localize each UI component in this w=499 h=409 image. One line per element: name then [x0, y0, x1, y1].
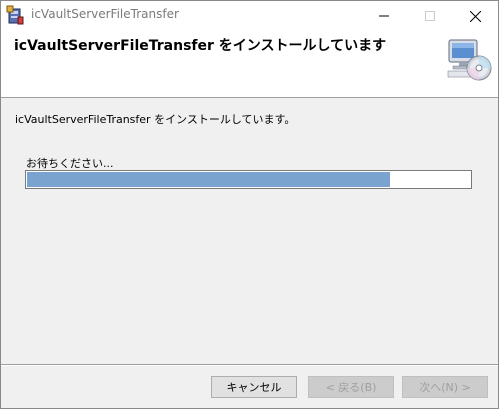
minimize-button[interactable] — [361, 1, 407, 31]
minimize-icon — [379, 15, 389, 17]
header-banner: icVaultServerFileTransfer をインストールしています — [1, 31, 498, 98]
wait-label: お待ちください... — [26, 157, 114, 170]
back-button[interactable]: < 戻る(B) — [308, 376, 394, 398]
cancel-button[interactable]: キャンセル — [211, 376, 297, 398]
status-text: icVaultServerFileTransfer をインストールしています。 — [15, 113, 296, 126]
next-button[interactable]: 次へ(N) > — [402, 376, 488, 398]
window-title: icVaultServerFileTransfer — [31, 7, 179, 21]
progress-fill — [27, 172, 390, 187]
maximize-button[interactable] — [407, 1, 453, 31]
close-icon — [469, 10, 481, 22]
maximize-icon — [425, 11, 435, 21]
close-button[interactable] — [452, 1, 498, 31]
page-title: icVaultServerFileTransfer をインストールしています — [14, 38, 387, 54]
installer-package-icon — [6, 5, 24, 25]
progress-bar — [25, 170, 472, 189]
footer-divider — [1, 364, 498, 366]
title-bar[interactable]: icVaultServerFileTransfer — [1, 1, 498, 31]
computer-cd-icon — [445, 37, 493, 83]
installer-window: icVaultServerFileTransfer icVaultServerF… — [0, 0, 499, 409]
